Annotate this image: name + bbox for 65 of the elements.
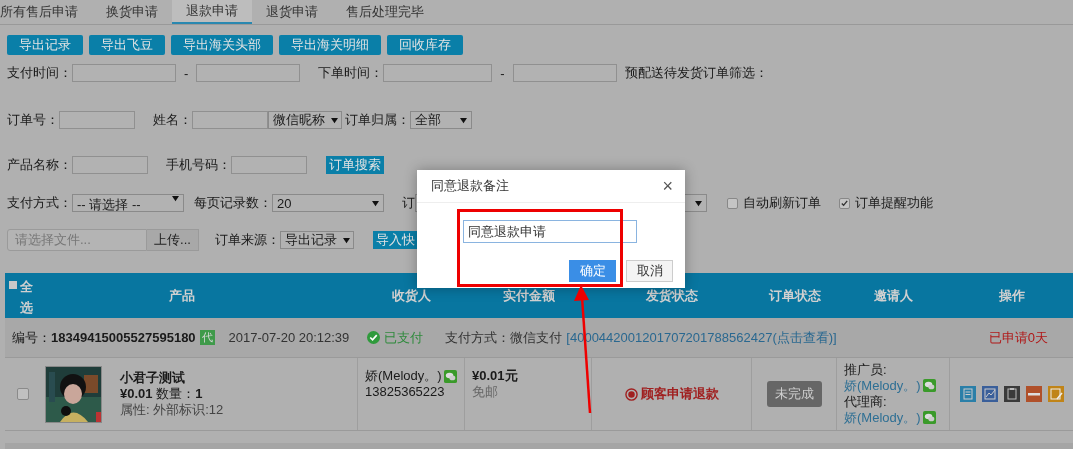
import-button[interactable]: 导入快 (373, 231, 418, 249)
dialog-title: 同意退款备注 (431, 177, 509, 195)
tab[interactable]: 退货申请 (252, 0, 332, 24)
field-label: 订 (402, 194, 415, 212)
agent-badge: 代 (199, 330, 215, 345)
payment-method: 支付方式：微信支付 (445, 328, 563, 347)
tab[interactable]: 换货申请 (92, 0, 172, 24)
column-header: 实付金额 (502, 286, 555, 305)
tab[interactable]: 售后处理完毕 (332, 0, 438, 24)
field-label: 支付方式： (7, 194, 72, 212)
range-dash: - (184, 65, 189, 81)
field-label: 订单来源： (215, 231, 280, 249)
field-label: 订单号： (7, 111, 59, 129)
field-label: 预配送待发货订单筛选： (624, 64, 768, 82)
column-header: 操作 (998, 286, 1025, 305)
field-label: 手机号码： (166, 156, 231, 174)
toolbar-button[interactable]: 导出海关头部 (171, 35, 273, 55)
field-label: 每页记录数： (194, 194, 272, 212)
column-header: 全选 (20, 278, 33, 317)
toolbar-button[interactable]: 导出飞豆 (89, 35, 165, 55)
agent-label: 代理商: (844, 394, 887, 409)
range-dash: - (500, 65, 505, 81)
receiver-phone: 13825365223 (365, 384, 446, 400)
toolbar-button[interactable]: 导出记录 (7, 35, 83, 55)
quantity: 数量：1 (156, 386, 203, 401)
order-number: 编号：18349415005527595180 (12, 328, 196, 347)
field-label: 姓名： (153, 111, 192, 129)
applied-days: 已申请0天 (988, 328, 1048, 347)
shipping-fee: 免邮 (472, 384, 499, 400)
toolbar-button[interactable]: 导出海关明细 (279, 35, 381, 55)
column-header: 产品 (168, 286, 195, 305)
product-attributes: 属性: 外部标识:12 (120, 402, 224, 418)
shipping-status: 顾客申请退款 (640, 385, 719, 403)
column-header: 发货状态 (646, 286, 698, 305)
search-button[interactable]: 订单搜索 (326, 156, 384, 174)
column-header: 邀请人 (874, 286, 913, 305)
per-page-select[interactable]: 20 (272, 194, 384, 212)
remark-input-field[interactable]: 同意退款申请 (463, 220, 637, 243)
order-time: 2017-07-20 20:12:39 (228, 330, 350, 345)
field-label: 产品名称： (7, 156, 72, 174)
cancel-button[interactable]: 取消 (626, 260, 673, 282)
column-header: 订单状态 (768, 286, 821, 305)
toolbar-button[interactable]: 回收库存 (387, 35, 463, 55)
ownership-select[interactable]: 全部 (410, 111, 472, 129)
field-label: 下单时间： (318, 64, 384, 82)
order-status-badge: 未完成 (766, 381, 822, 407)
receiver-name: 娇(Melody。) (365, 368, 442, 384)
name-type-select[interactable]: 微信昵称 (268, 111, 342, 129)
source-select[interactable]: 导出记录 (280, 231, 354, 249)
paid-amount: ¥0.01元 (472, 368, 519, 384)
product-name: 小君子测试 (120, 370, 186, 386)
column-header: 收货人 (392, 286, 431, 305)
close-button[interactable]: × (662, 175, 673, 197)
pay-method-select[interactable]: -- 请选择 -- (72, 194, 184, 212)
field-label: 支付时间： (7, 64, 72, 82)
field-label: 订单归属： (345, 111, 410, 129)
upload-button[interactable]: 上传... (147, 229, 199, 251)
tab[interactable]: 所有售后申请 (0, 0, 92, 24)
checkbox-label: 自动刷新订单 (743, 194, 821, 212)
checkbox-label: 订单提醒功能 (855, 194, 933, 212)
tab[interactable]: 退款申请 (172, 0, 252, 24)
paid-status: 已支付 (384, 328, 424, 347)
promoter-label: 推广员: (844, 362, 887, 377)
confirm-button[interactable]: 确定 (569, 260, 616, 282)
product-price: ¥0.01 (120, 386, 153, 401)
